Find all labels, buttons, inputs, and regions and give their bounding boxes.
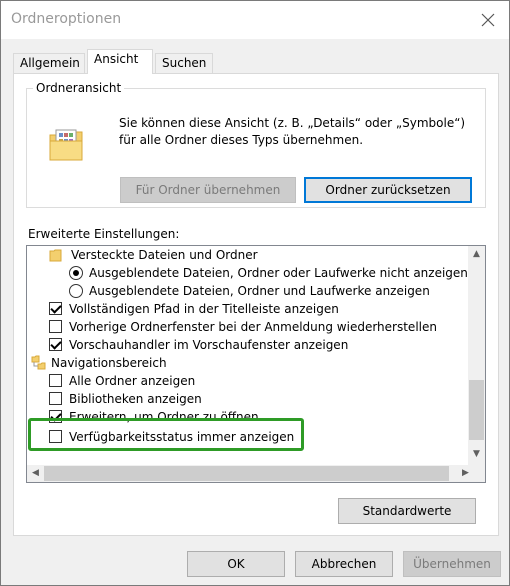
tab-suchen[interactable]: Suchen	[155, 53, 213, 73]
title-bar: Ordneroptionen	[1, 1, 509, 39]
checkbox[interactable]	[49, 392, 62, 405]
folder-view-group: Ordneransicht Sie können diese Ansicht (…	[26, 81, 486, 208]
close-button[interactable]	[473, 5, 503, 35]
description-line: Sie können diese Ansicht (z. B. „Details…	[119, 116, 466, 130]
horizontal-scroll-thumb[interactable]	[44, 466, 449, 481]
item-text: Alle Ordner anzeigen	[69, 374, 196, 388]
tab-label: Suchen	[162, 56, 207, 70]
item-text: Bibliotheken anzeigen	[69, 392, 202, 406]
item-text: Navigationsbereich	[51, 356, 167, 370]
checkbox[interactable]	[49, 320, 62, 333]
group-label: Ordneransicht	[33, 81, 125, 95]
tab-label: Ansicht	[94, 52, 139, 66]
item-text: Ausgeblendete Dateien, Ordner oder Laufw…	[89, 266, 468, 280]
advanced-settings-label: Erweiterte Einstellungen:	[28, 227, 180, 241]
horizontal-scrollbar[interactable]: ◀ ▶	[27, 465, 485, 482]
tab-label: Allgemein	[20, 56, 80, 70]
checkbox[interactable]	[49, 430, 62, 443]
vertical-scroll-thumb[interactable]	[469, 380, 484, 440]
checkbox[interactable]	[49, 302, 62, 315]
item-text: Verfügbarkeitsstatus immer anzeigen	[69, 430, 295, 444]
vertical-scrollbar[interactable]: ▲ ▼	[468, 246, 485, 465]
apply-to-folders-button[interactable]: Für Ordner übernehmen	[120, 177, 296, 203]
advanced-settings-list[interactable]: Versteckte Dateien und Ordner Ausgeblend…	[26, 245, 486, 483]
scroll-down-icon[interactable]: ▼	[468, 446, 485, 463]
folder-view-description: Sie können diese Ansicht (z. B. „Details…	[119, 115, 479, 149]
cancel-button[interactable]: Abbrechen	[295, 551, 393, 577]
radio-button[interactable]	[69, 266, 83, 280]
apply-button[interactable]: Übernehmen	[403, 551, 501, 577]
item-text: Erweitern, um Ordner zu öffnen	[69, 410, 259, 424]
scroll-left-icon[interactable]: ◀	[27, 465, 44, 482]
item-text: Vorschauhandler im Vorschaufenster anzei…	[69, 338, 349, 352]
radio-button[interactable]	[69, 284, 83, 298]
folder-icon	[49, 249, 62, 262]
item-text: Versteckte Dateien und Ordner	[71, 248, 258, 262]
scroll-right-icon[interactable]: ▶	[457, 465, 474, 482]
folder-options-window: Ordneroptionen Allgemein Ansicht Suchen …	[0, 0, 510, 586]
scroll-up-icon[interactable]: ▲	[468, 246, 485, 263]
checkbox[interactable]	[49, 410, 62, 423]
item-text: Ausgeblendete Dateien, Ordner und Laufwe…	[89, 284, 430, 298]
description-line: für alle Ordner dieses Typs übernehmen.	[119, 133, 364, 147]
tab-allgemein[interactable]: Allgemein	[13, 53, 85, 73]
tab-ansicht[interactable]: Ansicht	[87, 49, 153, 74]
ansicht-panel: Ordneransicht Sie können diese Ansicht (…	[13, 73, 499, 536]
folder-details-icon	[49, 129, 83, 161]
ok-button[interactable]: OK	[187, 551, 285, 577]
window-title: Ordneroptionen	[11, 11, 122, 27]
item-text: Vollständigen Pfad in der Titelleiste an…	[69, 302, 339, 316]
checkbox[interactable]	[49, 338, 62, 351]
item-text: Vorherige Ordnerfenster bei der Anmeldun…	[69, 320, 437, 334]
restore-defaults-button[interactable]: Standardwerte	[338, 498, 476, 524]
reset-folders-button[interactable]: Ordner zurücksetzen	[304, 177, 472, 203]
close-icon	[481, 13, 495, 27]
navigation-pane-icon	[31, 355, 46, 370]
checkbox[interactable]	[49, 374, 62, 387]
